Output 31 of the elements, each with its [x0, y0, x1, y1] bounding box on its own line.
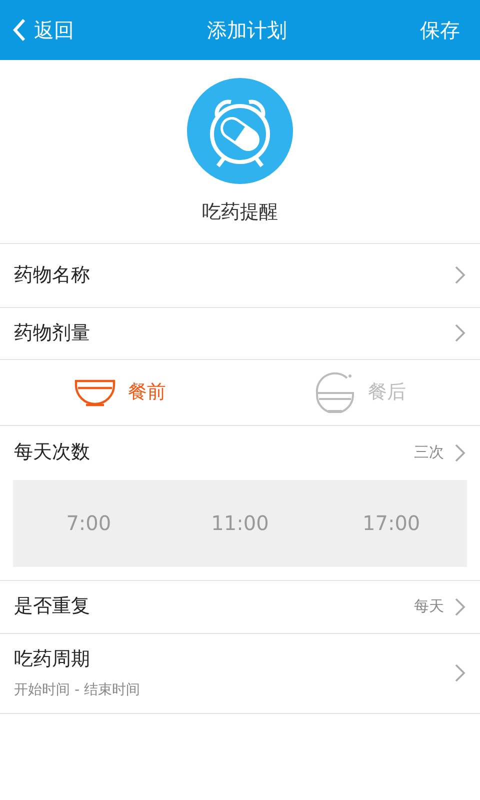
reminder-label: 吃药提醒 [202, 200, 278, 225]
chevron-icon [454, 663, 466, 683]
row-value: 每天 [414, 596, 444, 618]
list-row[interactable]: 每天次数 三次 [0, 426, 480, 480]
list-row[interactable]: 药物名称 [0, 244, 480, 308]
chevron-icon [454, 323, 466, 343]
row-label: 药物剂量 [14, 320, 90, 346]
row-label: 是否重复 [14, 594, 90, 620]
chevron-icon [454, 596, 466, 616]
bowl-icon [74, 377, 116, 407]
back-icon [12, 18, 26, 42]
row-label: 每天次数 [14, 440, 90, 466]
time-value[interactable]: 7:00 [66, 508, 112, 538]
chevron-icon [454, 265, 466, 285]
time-value[interactable]: 17:00 [362, 508, 420, 538]
row-label: 药物名称 [14, 262, 90, 288]
meal-option[interactable]: 餐后 [240, 360, 480, 424]
row-value: 三次 [414, 442, 444, 464]
row-subtitle: 开始时间 - 结束时间 [14, 680, 140, 700]
time-value[interactable]: 11:00 [211, 508, 269, 538]
meal-option[interactable]: 餐前 [0, 360, 240, 424]
save-button[interactable]: 保存 [420, 15, 468, 45]
page-title: 添加计划 [207, 17, 287, 44]
list-row[interactable]: 吃药周期 开始时间 - 结束时间 [0, 634, 480, 714]
back-button[interactable]: 返回 [12, 15, 74, 45]
list-row[interactable]: 药物剂量 [0, 308, 480, 360]
chevron-icon [454, 442, 466, 462]
rice-bowl-icon [314, 371, 356, 413]
row-label: 吃药周期 [14, 647, 91, 672]
list-row[interactable]: 是否重复 每天 [0, 580, 480, 634]
pill-alarm-clock-icon [187, 78, 293, 184]
